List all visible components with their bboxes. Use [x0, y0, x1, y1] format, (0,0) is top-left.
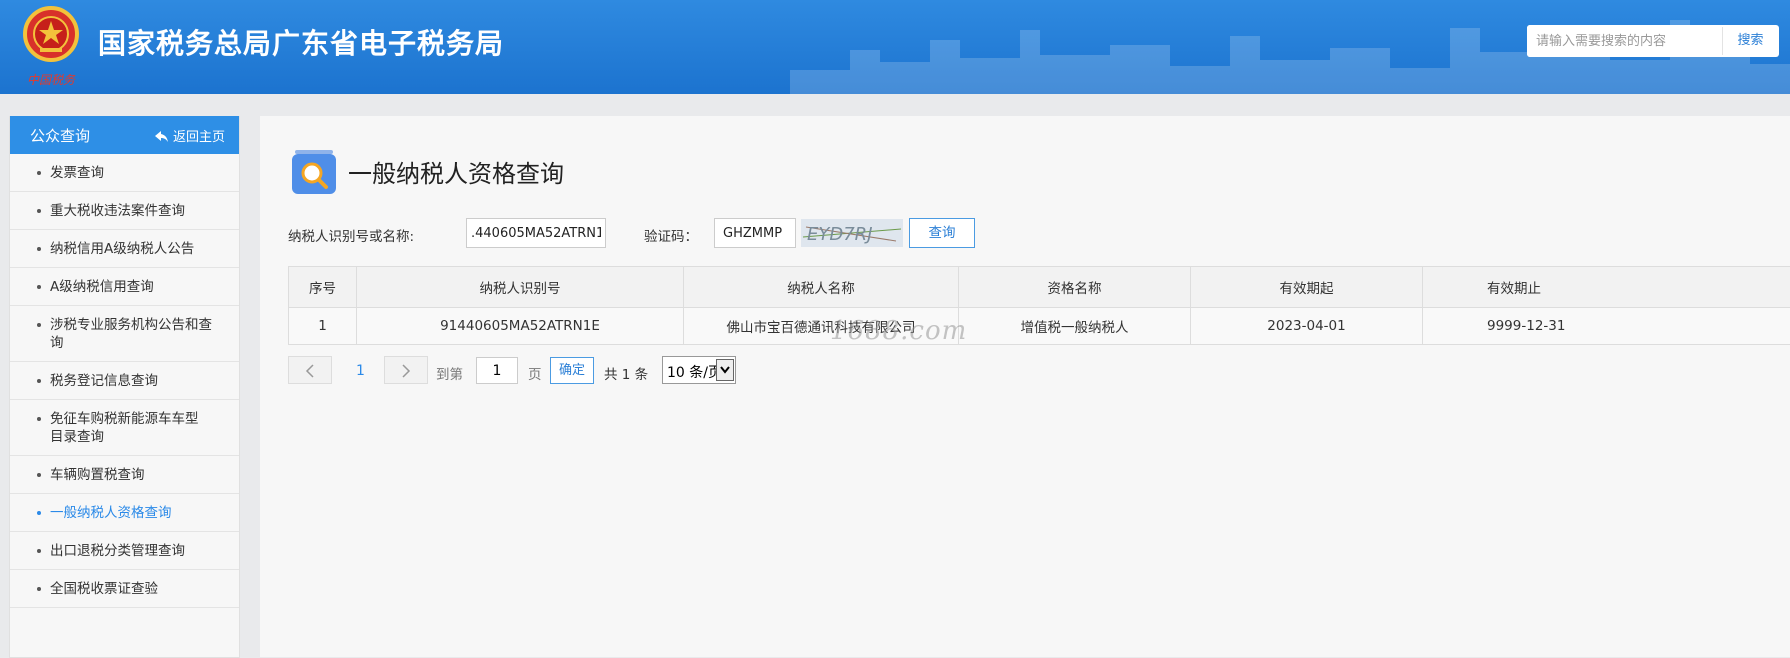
- search-document-icon: [292, 150, 336, 194]
- search-box: 搜索: [1527, 25, 1779, 57]
- dropdown-arrow: [716, 359, 734, 381]
- sidebar-item-major-violation[interactable]: 重大税收违法案件查询: [10, 192, 239, 230]
- bullet-icon: [37, 171, 41, 175]
- bullet-icon: [37, 549, 41, 553]
- col-header-index: 序号: [289, 267, 357, 308]
- captcha-image[interactable]: EYD7RJ: [801, 219, 903, 247]
- page-size-select[interactable]: 10 条/页: [662, 356, 736, 384]
- bullet-icon: [37, 209, 41, 213]
- captcha-label: 验证码：: [644, 225, 698, 245]
- bullet-icon: [37, 247, 41, 251]
- sidebar-item-tax-service-agency[interactable]: 涉税专业服务机构公告和查询: [10, 306, 239, 362]
- sidebar-item-label: A级纳税信用查询: [50, 278, 154, 296]
- back-arrow-icon: [155, 131, 169, 143]
- cell-index: 1: [289, 308, 357, 345]
- sidebar-item-label: 全国税收票证查验: [50, 580, 158, 598]
- chevron-down-icon: [720, 366, 730, 374]
- sidebar-item-label: 纳税信用A级纳税人公告: [50, 240, 194, 258]
- search-button[interactable]: 搜索: [1722, 27, 1778, 55]
- bullet-icon: [37, 511, 41, 515]
- next-page-button[interactable]: [384, 356, 428, 384]
- bullet-icon: [37, 417, 41, 421]
- pagination: 1 到第 页 确定 共 1 条 10 条/页: [288, 356, 888, 386]
- col-header-taxpayer-name: 纳税人名称: [684, 267, 959, 308]
- search-input[interactable]: [1527, 25, 1711, 57]
- query-form: 纳税人识别号或名称: 验证码： EYD7RJ 查询: [288, 218, 1188, 248]
- sidebar-item-label: 涉税专业服务机构公告和查询: [50, 316, 219, 352]
- site-header: 中国税务 国家税务总局广东省电子税务局 搜索: [0, 0, 1790, 94]
- sidebar-item-export-rebate[interactable]: 出口退税分类管理查询: [10, 532, 239, 570]
- cell-valid-from: 2023-04-01: [1191, 308, 1423, 345]
- sidebar-item-label: 发票查询: [50, 164, 104, 182]
- sidebar-item-label: 免征车购税新能源车车型目录查询: [50, 410, 199, 446]
- site-title: 国家税务总局广东省电子税务局: [98, 22, 504, 62]
- sidebar-item-label: 一般纳税人资格查询: [50, 504, 172, 522]
- page-size-value: 10 条/页: [667, 362, 722, 382]
- taxpayer-id-input[interactable]: [466, 218, 606, 248]
- prev-page-button[interactable]: [288, 356, 332, 384]
- sidebar-item-general-taxpayer[interactable]: 一般纳税人资格查询: [10, 494, 239, 532]
- page-unit-label: 页: [528, 363, 542, 383]
- page-title: 一般纳税人资格查询: [348, 154, 564, 189]
- chevron-right-icon: [401, 364, 411, 378]
- table-header-row: 序号 纳税人识别号 纳税人名称 资格名称 有效期起 有效期止: [289, 267, 1790, 308]
- taxpayer-label: 纳税人识别号或名称:: [288, 225, 414, 245]
- chevron-left-icon: [305, 364, 315, 378]
- cell-valid-to: 9999-12-31: [1423, 308, 1790, 345]
- sidebar-item-a-level-credit[interactable]: A级纳税信用查询: [10, 268, 239, 306]
- cell-qualification: 增值税一般纳税人: [959, 308, 1191, 345]
- col-header-qualification: 资格名称: [959, 267, 1191, 308]
- total-count: 共 1 条: [604, 363, 648, 383]
- goto-label: 到第: [436, 363, 463, 383]
- sidebar-item-label: 出口退税分类管理查询: [50, 542, 185, 560]
- query-button[interactable]: 查询: [909, 218, 975, 248]
- bullet-icon: [37, 587, 41, 591]
- col-header-valid-from: 有效期起: [1191, 267, 1423, 308]
- back-home-label: 返回主页: [173, 130, 225, 145]
- bullet-icon: [37, 473, 41, 477]
- national-emblem-icon: 中国税务: [14, 4, 88, 90]
- sidebar-header: 公众查询 返回主页: [10, 116, 239, 154]
- captcha-text: EYD7RJ: [807, 224, 873, 245]
- sidebar: 公众查询 返回主页 发票查询 重大税收违法案件查询 纳税信用A级纳税人公告 A级…: [9, 116, 240, 658]
- sidebar-item-invoice-query[interactable]: 发票查询: [10, 154, 239, 192]
- sidebar-item-tax-registration[interactable]: 税务登记信息查询: [10, 362, 239, 400]
- sidebar-item-a-level-notice[interactable]: 纳税信用A级纳税人公告: [10, 230, 239, 268]
- watermark: 1688.com: [830, 316, 967, 346]
- emblem-caption: 中国税务: [27, 73, 76, 87]
- current-page[interactable]: 1: [356, 363, 365, 379]
- sidebar-item-vehicle-purchase-tax[interactable]: 车辆购置税查询: [10, 456, 239, 494]
- sidebar-item-label: 车辆购置税查询: [50, 466, 145, 484]
- bullet-icon: [37, 323, 41, 327]
- bullet-icon: [37, 379, 41, 383]
- col-header-valid-to: 有效期止: [1423, 267, 1790, 308]
- goto-confirm-button[interactable]: 确定: [550, 357, 594, 384]
- sidebar-item-tax-voucher-check[interactable]: 全国税收票证查验: [10, 570, 239, 608]
- sidebar-title: 公众查询: [30, 125, 90, 146]
- back-home-link[interactable]: 返回主页: [155, 126, 225, 145]
- col-header-taxpayer-id: 纳税人识别号: [357, 267, 684, 308]
- sidebar-item-new-energy-vehicle[interactable]: 免征车购税新能源车车型目录查询: [10, 400, 239, 456]
- cell-taxpayer-id: 91440605MA52ATRN1E: [357, 308, 684, 345]
- bullet-icon: [37, 285, 41, 289]
- captcha-input[interactable]: [714, 218, 796, 248]
- sidebar-item-label: 重大税收违法案件查询: [50, 202, 185, 220]
- main-content: 一般纳税人资格查询 纳税人识别号或名称: 验证码： EYD7RJ 查询 序号 纳…: [260, 116, 1790, 657]
- table-row: 1 91440605MA52ATRN1E 佛山市宝百德通讯科技有限公司 增值税一…: [289, 308, 1790, 345]
- result-table: 序号 纳税人识别号 纳税人名称 资格名称 有效期起 有效期止 1 9144060…: [288, 266, 1790, 345]
- sidebar-item-label: 税务登记信息查询: [50, 372, 158, 390]
- goto-page-input[interactable]: [476, 357, 518, 384]
